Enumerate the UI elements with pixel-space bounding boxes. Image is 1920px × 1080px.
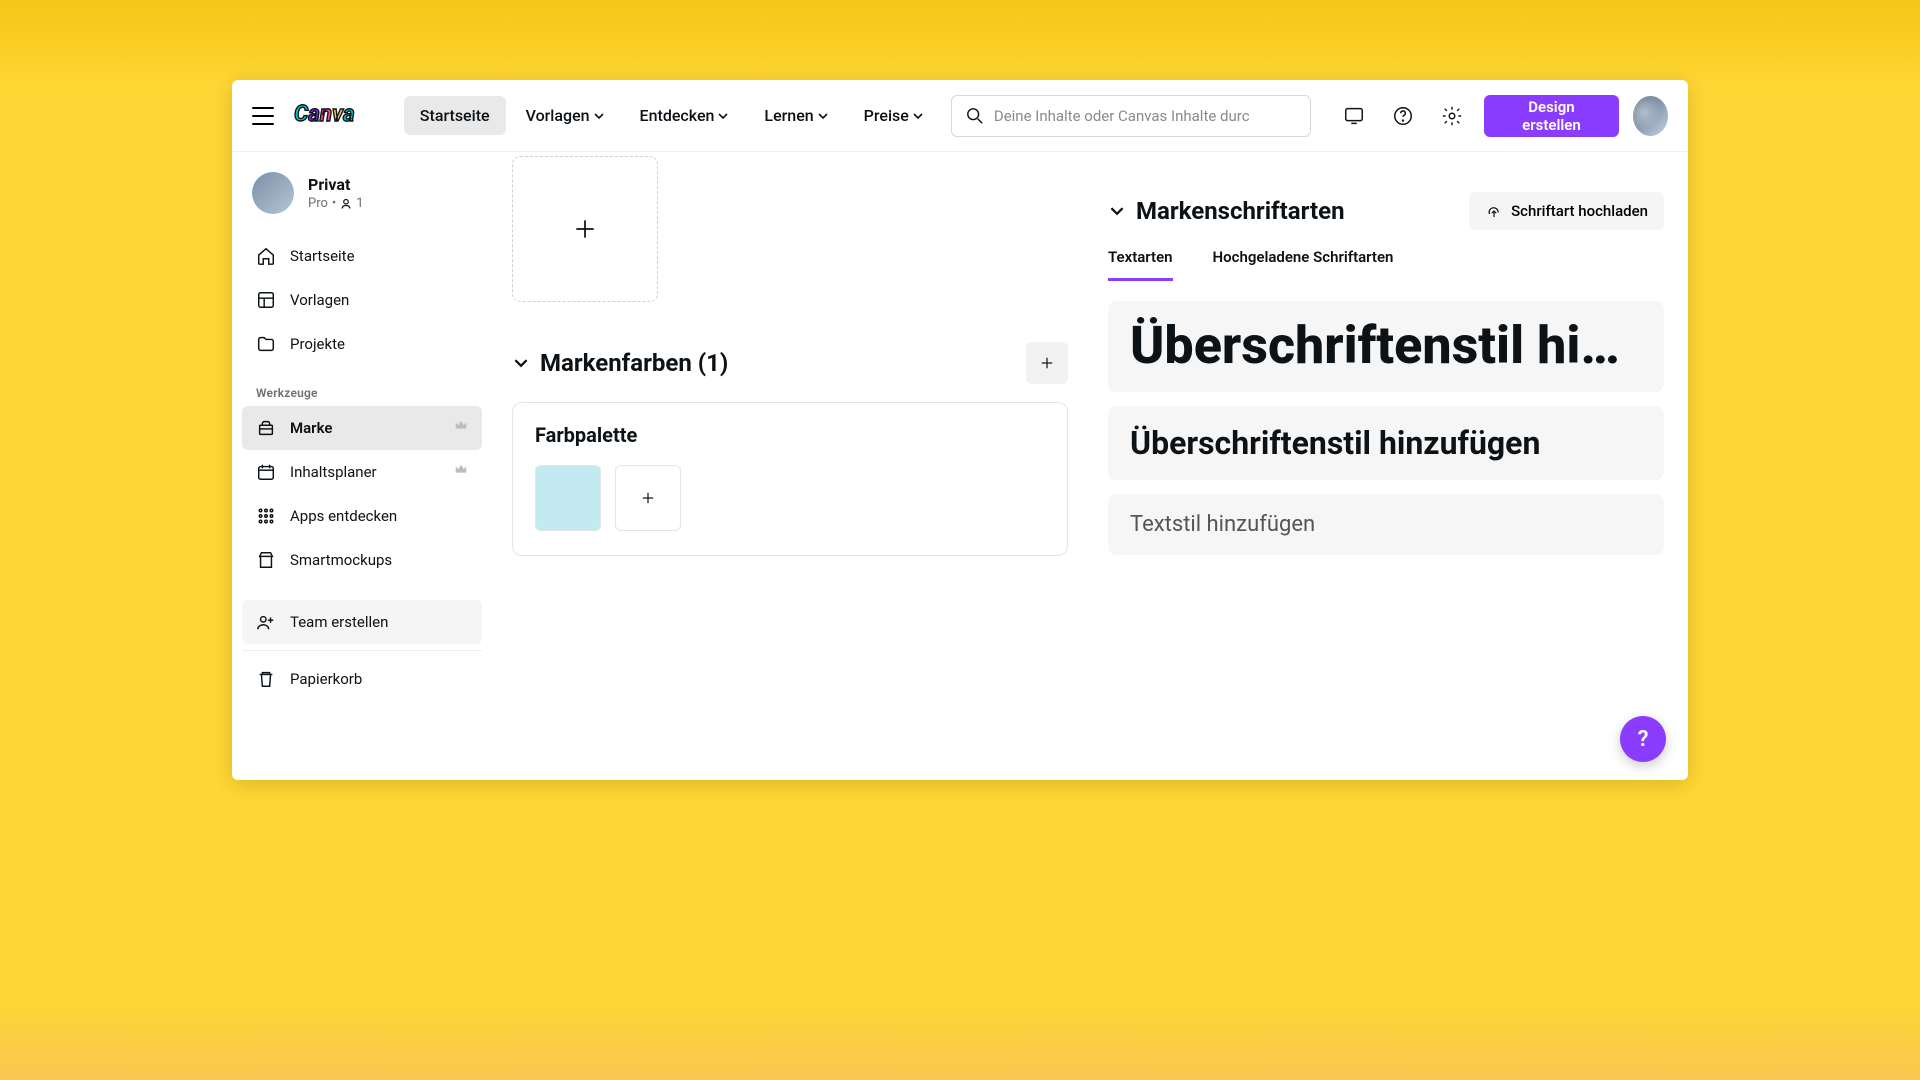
collapse-toggle[interactable] (1108, 202, 1126, 220)
help-button[interactable] (1386, 96, 1421, 136)
nav-home[interactable]: Startseite (404, 96, 506, 135)
logo[interactable]: Canva (294, 100, 380, 132)
nav-discover[interactable]: Entdecken (624, 96, 745, 135)
nav-links: Startseite Vorlagen Entdecken Lernen Pre… (404, 96, 939, 135)
color-swatch[interactable] (535, 465, 601, 531)
tab-text-types[interactable]: Textarten (1108, 248, 1173, 281)
help-fab[interactable]: ? (1620, 716, 1666, 762)
palette-card: Farbpalette (512, 402, 1068, 556)
team-name: Privat (308, 175, 364, 194)
nav-pricing-label: Preise (864, 106, 909, 125)
tab-uploaded-fonts[interactable]: Hochgeladene Schriftarten (1213, 248, 1394, 281)
font-tabs: Textarten Hochgeladene Schriftarten (1108, 248, 1664, 281)
home-icon (256, 246, 276, 266)
search-box[interactable] (951, 95, 1311, 137)
sidebar-item-label: Team erstellen (290, 613, 388, 631)
sidebar-item-label: Papierkorb (290, 670, 362, 688)
section-title: Markenschriftarten (1136, 197, 1459, 225)
font-style-heading-2[interactable]: Überschriftenstil hinzufügen (1108, 406, 1664, 480)
chevron-down-icon (818, 111, 828, 121)
sidebar-item-brand[interactable]: Marke (242, 406, 482, 450)
nav-learn[interactable]: Lernen (748, 96, 843, 135)
help-icon (1392, 105, 1414, 127)
team-block[interactable]: Privat Pro • 1 (242, 164, 482, 234)
font-style-list: Überschriftenstil hi… Überschriftenstil … (1108, 301, 1664, 555)
team-meta: Pro • 1 (308, 196, 364, 211)
team-icon (256, 612, 276, 632)
topbar: Canva Startseite Vorlagen Entdecken Lern… (232, 80, 1688, 152)
chevron-down-icon (913, 111, 923, 121)
upload-font-button[interactable]: Schriftart hochladen (1469, 192, 1664, 230)
plus-icon (1038, 354, 1056, 372)
sidebar-item-label: Startseite (290, 247, 355, 265)
user-avatar[interactable] (1633, 96, 1668, 136)
upload-font-label: Schriftart hochladen (1511, 202, 1648, 220)
sidebar-item-label: Vorlagen (290, 291, 349, 309)
sidebar-item-trash[interactable]: Papierkorb (242, 657, 482, 701)
gear-icon (1441, 105, 1463, 127)
sidebar-item-label: Smartmockups (290, 551, 392, 569)
nav-discover-label: Entdecken (640, 106, 715, 125)
nav-templates[interactable]: Vorlagen (510, 96, 620, 135)
sidebar: Privat Pro • 1 Startseite Vorlagen (232, 152, 492, 780)
team-avatar (252, 172, 294, 214)
search-icon (966, 107, 984, 125)
palette-title: Farbpalette (535, 423, 1045, 447)
sidebar-item-templates[interactable]: Vorlagen (242, 278, 482, 322)
nav-learn-label: Lernen (764, 106, 813, 125)
chevron-down-icon (1110, 204, 1124, 218)
topbar-right: Design erstellen (1337, 95, 1668, 137)
add-palette-button[interactable] (1026, 342, 1068, 384)
sidebar-item-planner[interactable]: Inhaltsplaner (242, 450, 482, 494)
crown-icon (454, 463, 468, 481)
chevron-down-icon (514, 356, 528, 370)
sidebar-item-label: Marke (290, 419, 332, 437)
swatch-row (535, 465, 1045, 531)
trash-icon (256, 669, 276, 689)
font-style-body[interactable]: Textstil hinzufügen (1108, 494, 1664, 555)
brand-colors-header: Markenfarben (1) (512, 342, 1068, 384)
sidebar-section-tools: Werkzeuge (242, 366, 482, 406)
search-input[interactable] (994, 107, 1296, 125)
sidebar-item-home[interactable]: Startseite (242, 234, 482, 278)
settings-button[interactable] (1435, 96, 1470, 136)
nav-pricing[interactable]: Preise (848, 96, 939, 135)
plus-icon (639, 489, 657, 507)
templates-icon (256, 290, 276, 310)
menu-button[interactable] (252, 104, 274, 128)
person-icon (340, 198, 352, 210)
brand-fonts-header: Markenschriftarten Schriftart hochladen (1108, 192, 1664, 230)
sidebar-item-label: Apps entdecken (290, 507, 397, 525)
upload-icon (1485, 202, 1503, 220)
nav-templates-label: Vorlagen (526, 106, 590, 125)
section-title: Markenfarben (1) (540, 349, 1016, 377)
grid-icon (256, 506, 276, 526)
nav-home-label: Startseite (420, 106, 490, 125)
sidebar-item-label: Inhaltsplaner (290, 463, 377, 481)
sidebar-item-apps[interactable]: Apps entdecken (242, 494, 482, 538)
sidebar-item-smartmockups[interactable]: Smartmockups (242, 538, 482, 582)
crown-icon (454, 419, 468, 437)
chevron-down-icon (594, 111, 604, 121)
monitor-icon (1343, 105, 1365, 127)
mockup-icon (256, 550, 276, 570)
add-logo-tile[interactable] (512, 156, 658, 302)
main: Markenfarben (1) Farbpalette (492, 152, 1688, 780)
collapse-toggle[interactable] (512, 354, 530, 372)
create-design-button[interactable]: Design erstellen (1484, 95, 1619, 137)
calendar-icon (256, 462, 276, 482)
svg-text:Canva: Canva (294, 100, 355, 126)
sidebar-item-label: Projekte (290, 335, 345, 353)
folder-icon (256, 334, 276, 354)
desktop-app-button[interactable] (1337, 96, 1372, 136)
plus-icon (572, 216, 598, 242)
chevron-down-icon (718, 111, 728, 121)
add-color-button[interactable] (615, 465, 681, 531)
sidebar-item-projects[interactable]: Projekte (242, 322, 482, 366)
font-style-heading-1[interactable]: Überschriftenstil hi… (1108, 301, 1664, 392)
sidebar-item-team-create[interactable]: Team erstellen (242, 600, 482, 644)
brand-icon (256, 418, 276, 438)
